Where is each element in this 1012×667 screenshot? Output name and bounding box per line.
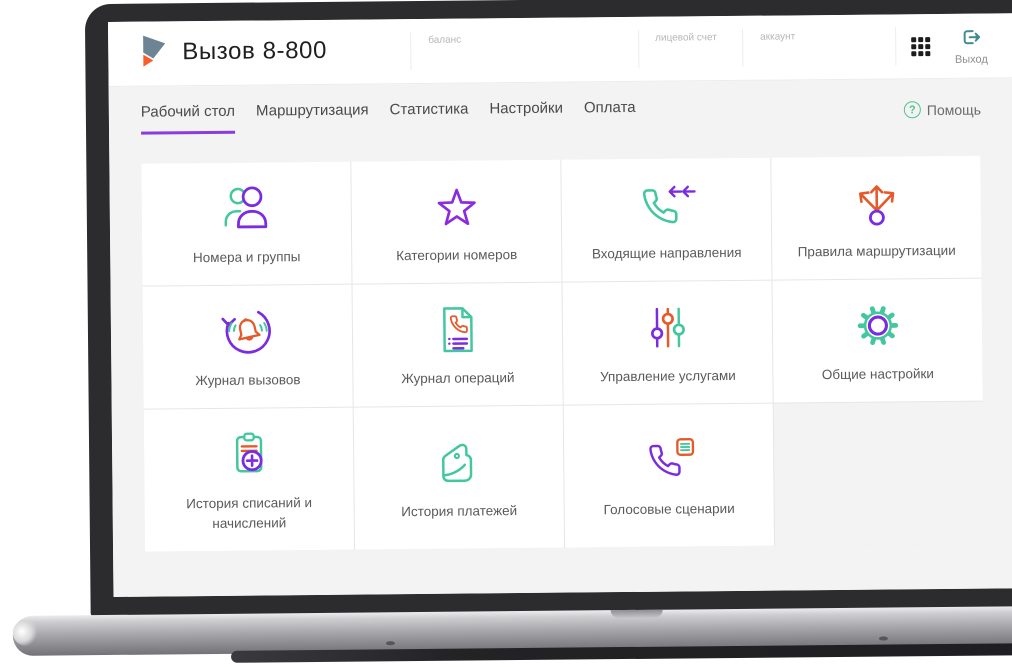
nav-tabs: Рабочий стол Маршрутизация Статистика На… [140, 99, 657, 135]
tile-label: Голосовые сценарии [603, 501, 735, 518]
help-icon: ? [903, 101, 921, 119]
rostelecom-logo-icon [143, 35, 166, 67]
personal-account-label: лицевой счет [655, 32, 717, 44]
header-divider [410, 32, 412, 71]
gear-icon [857, 306, 898, 346]
tile-operations-log[interactable]: Журнал операций [352, 282, 563, 407]
help-label: Помощь [926, 101, 982, 118]
tile-payments-history[interactable]: История платежей [353, 405, 565, 550]
tile-label: Журнал операций [401, 370, 515, 387]
screen: Вызов 8-800 баланс лицевой счет аккаунт [107, 13, 1012, 597]
tile-label: Категории номеров [396, 247, 518, 264]
header-divider [742, 28, 744, 67]
app-header: Вызов 8-800 баланс лицевой счет аккаунт [107, 13, 1012, 87]
tile-label: Правила маршрутизации [797, 243, 956, 260]
operations-log-icon [442, 307, 473, 353]
tile-service-management[interactable]: Управление услугами [562, 280, 773, 405]
incoming-call-icon [642, 185, 696, 224]
tile-label: История платежей [401, 503, 518, 520]
header-divider [638, 29, 640, 68]
main-content: Рабочий стол Маршрутизация Статистика На… [108, 78, 1012, 597]
page: Вызов 8-800 баланс лицевой счет аккаунт [0, 0, 1012, 667]
apps-grid-icon[interactable] [911, 37, 931, 57]
voice-script-icon [648, 438, 694, 477]
laptop-mockup: Вызов 8-800 баланс лицевой счет аккаунт [12, 0, 1012, 667]
tile-general-settings[interactable]: Общие настройки [772, 278, 983, 403]
tile-routing-rules[interactable]: Правила маршрутизации [771, 155, 982, 280]
tab-settings[interactable]: Настройки [489, 100, 563, 132]
empty-grid-cell [773, 401, 985, 546]
logout-button[interactable]: Выход [948, 27, 994, 66]
help-link[interactable]: ? Помощь [903, 101, 982, 119]
tile-charges-history[interactable]: История списаний и начислений [143, 407, 355, 552]
call-log-icon [220, 311, 271, 354]
tab-statistics[interactable]: Статистика [390, 101, 469, 133]
clipboard-plus-icon [235, 432, 263, 473]
account-label: аккаунт [760, 31, 796, 43]
tile-numbers-and-groups[interactable]: Номера и группы [141, 161, 352, 286]
laptop-foot [878, 636, 888, 641]
wallet-icon [441, 443, 472, 483]
tile-label: Журнал вызовов [195, 372, 301, 389]
sliders-icon [650, 307, 685, 348]
tab-desktop[interactable]: Рабочий стол [140, 102, 236, 135]
tile-label: Номера и группы [192, 249, 301, 266]
balance-label: баланс [428, 34, 462, 46]
tile-label: История списаний и начислений [186, 495, 313, 531]
tile-label: Общие настройки [821, 366, 934, 383]
tab-payment[interactable]: Оплата [584, 99, 636, 130]
tile-voice-scenarios[interactable]: Голосовые сценарии [563, 403, 775, 548]
tile-label: Управление услугами [599, 368, 736, 385]
app-title: Вызов 8-800 [182, 36, 328, 66]
routing-arrows-icon [858, 185, 894, 226]
header-divider [895, 27, 897, 66]
tile-label: Входящие направления [591, 245, 742, 262]
tile-call-log[interactable]: Журнал вызовов [142, 284, 353, 409]
tile-number-categories[interactable]: Категории номеров [351, 159, 562, 284]
tile-incoming-directions[interactable]: Входящие направления [561, 157, 772, 282]
logout-label: Выход [954, 53, 988, 66]
star-icon [437, 188, 476, 226]
tab-routing[interactable]: Маршрутизация [256, 101, 369, 133]
laptop-foot [385, 641, 395, 646]
users-icon [224, 186, 267, 229]
exit-icon [963, 30, 980, 45]
tiles-grid: Номера и группы Категории номеров Входящ… [141, 155, 985, 552]
laptop-lid-notch [610, 609, 663, 619]
